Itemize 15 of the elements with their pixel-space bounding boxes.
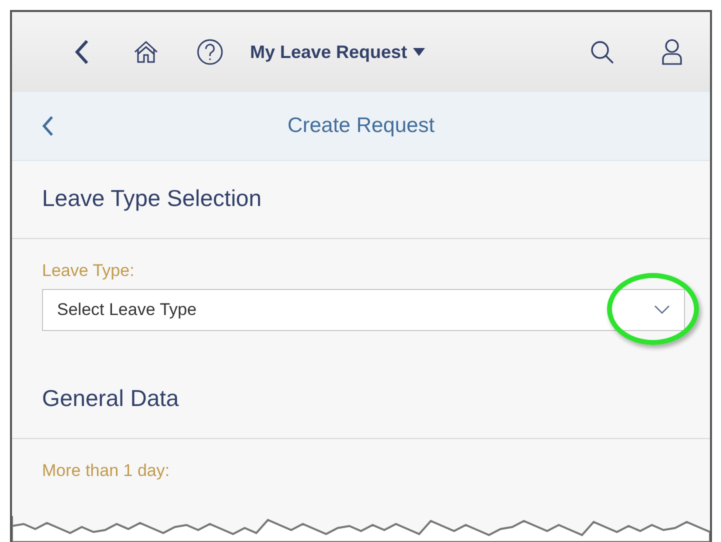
user-icon [661,38,683,66]
field-label: Leave Type: [42,261,134,281]
field-label: More than 1 day: [42,461,170,481]
search-icon [589,39,615,65]
section-title: Leave Type Selection [41,184,263,213]
back-icon [75,39,89,65]
back-icon [42,115,54,137]
dropdown-triangle-icon [413,48,426,56]
page-title: Create Request [286,114,436,138]
help-icon [196,38,224,66]
leave-type-select[interactable]: Select Leave Type [42,289,685,331]
chevron-down-icon [654,305,670,315]
app-title-menu[interactable]: My Leave Request [250,42,426,62]
home-icon [133,40,159,64]
section-title: General Data [41,384,180,413]
